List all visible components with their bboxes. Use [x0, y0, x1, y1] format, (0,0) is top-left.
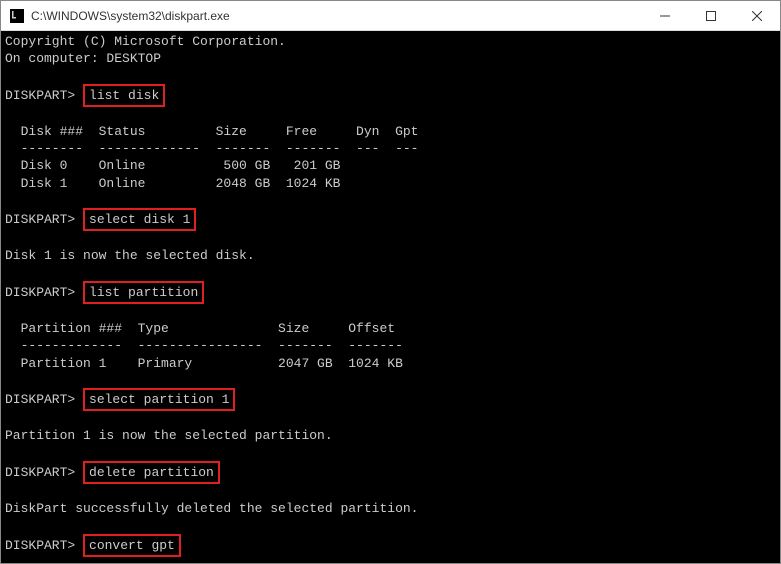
partition-table-header: Partition ### Type Size Offset — [5, 320, 776, 337]
command-line: DISKPART> list partition — [5, 282, 776, 303]
command-select-partition: select partition 1 — [83, 388, 235, 411]
prompt: DISKPART> — [5, 285, 75, 300]
prompt: DISKPART> — [5, 88, 75, 103]
message-partition-deleted: DiskPart successfully deleted the select… — [5, 500, 776, 517]
blank-line — [5, 556, 776, 563]
partition-table-divider: ------------- ---------------- ------- -… — [5, 337, 776, 354]
titlebar[interactable]: C:\WINDOWS\system32\diskpart.exe — [1, 1, 780, 31]
blank-line — [5, 67, 776, 84]
command-delete-partition: delete partition — [83, 461, 220, 484]
partition-table-row: Partition 1 Primary 2047 GB 1024 KB — [5, 355, 776, 372]
blank-line — [5, 265, 776, 282]
message-partition-selected: Partition 1 is now the selected partitio… — [5, 427, 776, 444]
blank-line — [5, 106, 776, 123]
command-line: DISKPART> delete partition — [5, 462, 776, 483]
prompt: DISKPART> — [5, 538, 75, 553]
terminal-output[interactable]: Copyright (C) Microsoft Corporation.On c… — [1, 31, 780, 563]
command-list-partition: list partition — [83, 281, 204, 304]
window-title: C:\WINDOWS\system32\diskpart.exe — [31, 9, 230, 23]
prompt: DISKPART> — [5, 392, 75, 407]
blank-line — [5, 303, 776, 320]
prompt: DISKPART> — [5, 465, 75, 480]
command-line: DISKPART> select disk 1 — [5, 209, 776, 230]
command-list-disk: list disk — [83, 84, 165, 107]
prompt: DISKPART> — [5, 212, 75, 227]
close-button[interactable] — [734, 1, 780, 30]
copyright-line: Copyright (C) Microsoft Corporation. — [5, 33, 776, 50]
blank-line — [5, 517, 776, 534]
blank-line — [5, 372, 776, 389]
blank-line — [5, 483, 776, 500]
disk-table-header: Disk ### Status Size Free Dyn Gpt — [5, 123, 776, 140]
computer-line: On computer: DESKTOP — [5, 50, 776, 67]
command-line: DISKPART> select partition 1 — [5, 389, 776, 410]
maximize-button[interactable] — [688, 1, 734, 30]
window-controls — [642, 1, 780, 30]
command-line: DISKPART> list disk — [5, 85, 776, 106]
command-convert-gpt: convert gpt — [83, 534, 181, 557]
window-frame: C:\WINDOWS\system32\diskpart.exe Copyrig… — [0, 0, 781, 564]
disk-table-row: Disk 0 Online 500 GB 201 GB — [5, 157, 776, 174]
blank-line — [5, 192, 776, 209]
blank-line — [5, 445, 776, 462]
minimize-button[interactable] — [642, 1, 688, 30]
blank-line — [5, 230, 776, 247]
disk-table-divider: -------- ------------- ------- ------- -… — [5, 140, 776, 157]
blank-line — [5, 410, 776, 427]
disk-table-row: Disk 1 Online 2048 GB 1024 KB — [5, 175, 776, 192]
command-line: DISKPART> convert gpt — [5, 535, 776, 556]
command-select-disk: select disk 1 — [83, 208, 196, 231]
message-disk-selected: Disk 1 is now the selected disk. — [5, 247, 776, 264]
app-icon — [9, 8, 25, 24]
